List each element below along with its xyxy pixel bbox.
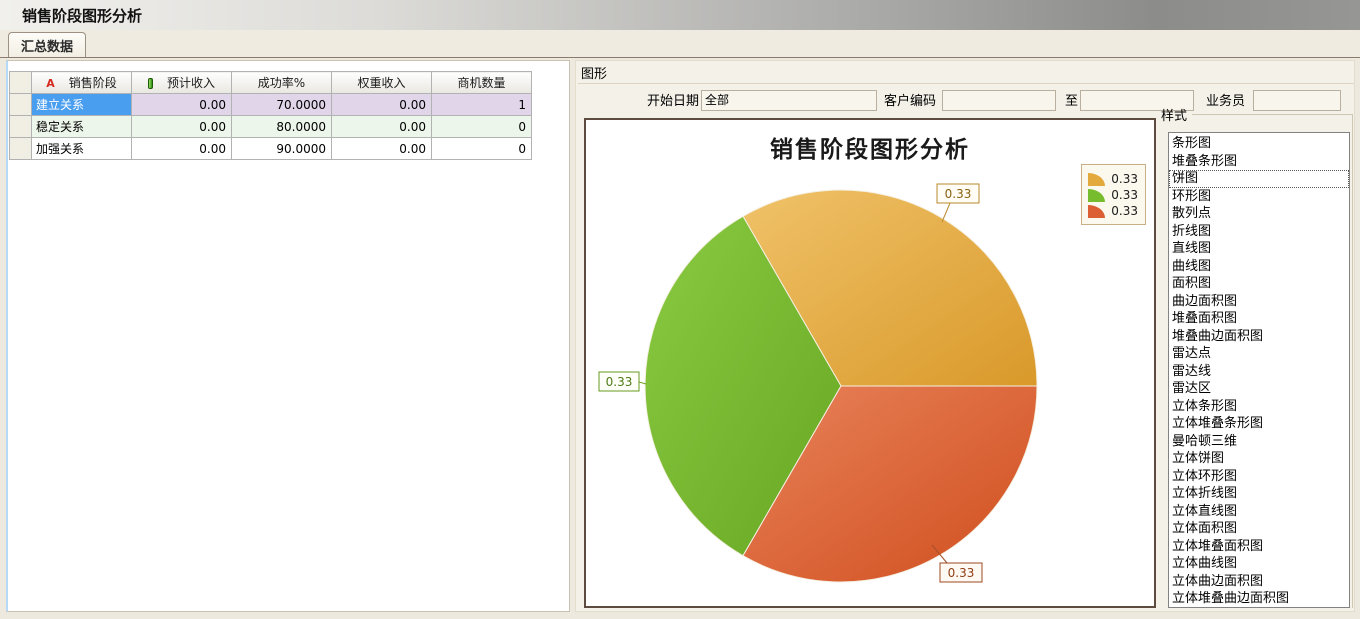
cell-count[interactable]: 0 [432,138,532,160]
style-list-item[interactable]: 雷达线 [1169,363,1349,381]
to-label: 至 [1065,91,1078,112]
legend-value: 0.33 [1111,188,1138,202]
graph-panel-caption: 图形 [581,63,607,82]
style-list-item[interactable]: 曲边面积图 [1169,293,1349,311]
row-selector[interactable] [10,138,32,160]
cell-weighted[interactable]: 0.00 [332,138,432,160]
tab-label: 汇总数据 [21,36,73,55]
column-header-success[interactable]: 成功率% [232,72,332,94]
style-list-item[interactable]: 散列点 [1169,205,1349,223]
table-row[interactable]: 建立关系 0.00 70.0000 0.00 1 [10,94,532,116]
chart-legend: 0.33 0.33 0.33 [1081,164,1146,225]
style-list-item[interactable]: 立体堆叠条形图 [1169,415,1349,433]
style-list-item[interactable]: 立体环形图 [1169,468,1349,486]
legend-swatch-3 [1088,205,1105,218]
style-list-item[interactable]: 立体曲线图 [1169,555,1349,573]
style-list-item[interactable]: 立体堆叠面积图 [1169,538,1349,556]
slice-label: 0.33 [945,187,972,201]
cell-success[interactable]: 80.0000 [232,116,332,138]
slice-label: 0.33 [606,375,633,389]
pie-chart-area: 销售阶段图形分析 0.33 [584,118,1156,608]
start-date-label: 开始日期 [647,91,699,112]
styles-caption: 样式 [1161,105,1187,124]
tab-summary-data[interactable]: 汇总数据 [8,32,86,57]
legend-entry: 0.33 [1088,172,1138,186]
style-list-item[interactable]: 雷达区 [1169,380,1349,398]
legend-entry: 0.33 [1088,204,1138,218]
style-list-item[interactable]: 曼哈顿三维 [1169,433,1349,451]
style-list-item[interactable]: 立体堆叠曲边面积图 [1169,590,1349,608]
cell-stage[interactable]: 建立关系 [32,94,132,116]
style-list-item[interactable]: 立体曲边面积图 [1169,573,1349,591]
style-list-item[interactable]: 面积图 [1169,275,1349,293]
cell-success[interactable]: 90.0000 [232,138,332,160]
style-list-item[interactable]: 直线图 [1169,240,1349,258]
column-header-stage[interactable]: A销售阶段 [32,72,132,94]
column-header-weighted[interactable]: 权重收入 [332,72,432,94]
style-list-item[interactable]: 曲线图 [1169,258,1349,276]
cell-expected[interactable]: 0.00 [132,116,232,138]
style-list-item[interactable]: 立体条形图 [1169,398,1349,416]
row-selector[interactable] [10,94,32,116]
divider [1192,114,1352,115]
row-selector-header[interactable] [10,72,32,94]
customer-code-label: 客户编码 [884,91,936,112]
cell-success[interactable]: 70.0000 [232,94,332,116]
slice-label: 0.33 [948,566,975,580]
sort-a-icon: A [46,77,55,90]
legend-value: 0.33 [1111,172,1138,186]
cell-expected[interactable]: 0.00 [132,138,232,160]
pie-chart: 0.33 0.33 0.33 [586,120,1154,606]
start-date-input[interactable]: 全部 [701,90,877,111]
cell-count[interactable]: 0 [432,116,532,138]
window-titlebar: 销售阶段图形分析 [0,0,1360,30]
table-row[interactable]: 加强关系 0.00 90.0000 0.00 0 [10,138,532,160]
cell-weighted[interactable]: 0.00 [332,94,432,116]
salesman-label: 业务员 [1206,91,1245,112]
callout-line [942,203,950,222]
cell-expected[interactable]: 0.00 [132,94,232,116]
column-header-expected[interactable]: 预计收入 [132,72,232,94]
style-list-item[interactable]: 立体直线图 [1169,503,1349,521]
page-title: 销售阶段图形分析 [22,5,142,26]
style-list-item[interactable]: 立体饼图 [1169,450,1349,468]
style-list-item[interactable]: 堆叠条形图 [1169,153,1349,171]
legend-swatch-1 [1088,173,1105,186]
divider [1352,114,1353,608]
style-list-item[interactable]: 环形图 [1169,188,1349,206]
legend-value: 0.33 [1111,204,1138,218]
style-list-item[interactable]: 雷达点 [1169,345,1349,363]
cell-weighted[interactable]: 0.00 [332,116,432,138]
salesman-input[interactable] [1253,90,1341,111]
cell-stage[interactable]: 稳定关系 [32,116,132,138]
cell-stage[interactable]: 加强关系 [32,138,132,160]
style-list-item[interactable]: 折线图 [1169,223,1349,241]
style-list-item[interactable]: 堆叠曲边面积图 [1169,328,1349,346]
style-list-item[interactable]: 立体折线图 [1169,485,1349,503]
row-selector[interactable] [10,116,32,138]
legend-entry: 0.33 [1088,188,1138,202]
cell-count[interactable]: 1 [432,94,532,116]
customer-code-input[interactable] [942,90,1056,111]
numeric-field-icon [148,78,153,89]
tab-strip: 汇总数据 [0,30,1360,58]
style-list-item[interactable]: 堆叠面积图 [1169,310,1349,328]
style-list-item[interactable]: 立体面积图 [1169,520,1349,538]
style-list-item[interactable]: 条形图 [1169,135,1349,153]
legend-swatch-2 [1088,189,1105,202]
style-list-item[interactable]: 饼图 [1169,170,1349,188]
divider [578,83,1354,84]
summary-grid-panel: A销售阶段 预计收入 成功率% 权重收入 商机数量 建立关系 0.00 70.0… [6,60,570,612]
summary-table: A销售阶段 预计收入 成功率% 权重收入 商机数量 建立关系 0.00 70.0… [9,71,532,160]
column-header-count[interactable]: 商机数量 [432,72,532,94]
table-header-row: A销售阶段 预计收入 成功率% 权重收入 商机数量 [10,72,532,94]
graph-panel: 图形 开始日期 全部 客户编码 至 业务员 销售阶段图形分析 [575,60,1355,612]
style-list[interactable]: 条形图堆叠条形图饼图环形图散列点折线图直线图曲线图面积图曲边面积图堆叠面积图堆叠… [1168,132,1350,608]
table-row[interactable]: 稳定关系 0.00 80.0000 0.00 0 [10,116,532,138]
